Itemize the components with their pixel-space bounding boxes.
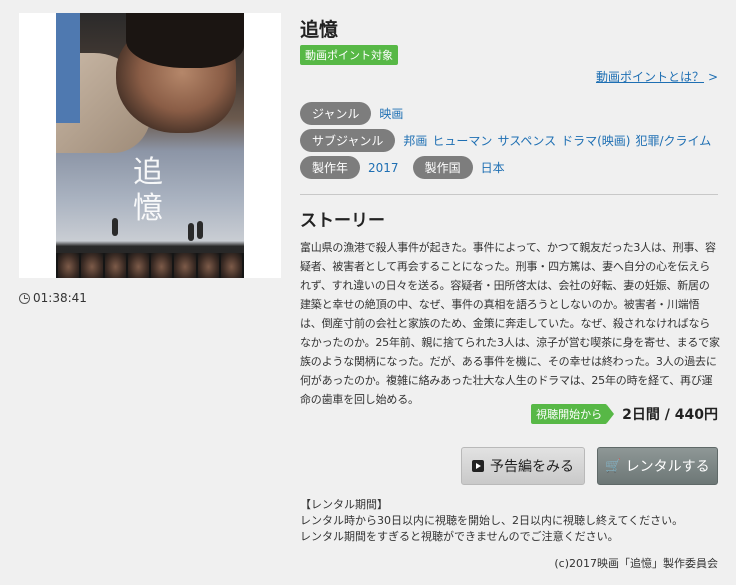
divider	[300, 194, 718, 195]
point-info-link[interactable]: 動画ポイントとは？ >	[596, 68, 718, 85]
subgenre-link[interactable]: 犯罪/クライム	[636, 132, 712, 149]
clock-icon	[19, 292, 30, 304]
genre-label: ジャンル	[300, 102, 372, 125]
rental-info: 【レンタル期間】 レンタル時から30日以内に視聴を開始し、2日以内に視聴し終えて…	[300, 497, 683, 545]
copyright: (c)2017映画「追憶」製作委員会	[554, 557, 718, 570]
country-link[interactable]: 日本	[481, 159, 505, 176]
poster-title-text: 追 憶	[133, 155, 163, 226]
trailer-button-label: 予告編をみる	[490, 459, 574, 475]
movie-title: 追憶	[300, 19, 339, 41]
play-icon	[472, 460, 484, 472]
subgenre-link[interactable]: 邦画	[403, 132, 427, 149]
duration-text: 01:38:41	[33, 291, 87, 305]
movie-poster[interactable]: 追 憶	[19, 13, 281, 278]
rental-info-line: レンタル時から30日以内に視聴を開始し、2日以内に視聴し終えてください。	[300, 514, 684, 527]
page: 追 憶 01:38:41 追憶 動画ポイント対象 動画ポイントとは？ > ジャンル…	[0, 0, 736, 585]
rental-info-line: レンタル期間をすぎると視聴ができませんのでご注意ください。	[300, 530, 619, 543]
point-target-badge: 動画ポイント対象	[300, 45, 398, 65]
subgenre-row: サブジャンル 邦画 ヒューマン サスペンス ドラマ(映画) 犯罪/クライム	[300, 129, 721, 152]
subgenre-link[interactable]: サスペンス	[497, 132, 556, 149]
rental-price: 2日間 / 440円	[622, 407, 718, 423]
rent-button[interactable]: 🛒 レンタルする	[597, 447, 718, 485]
duration: 01:38:41	[19, 291, 87, 305]
genre-row: ジャンル 映画	[300, 102, 413, 125]
story-heading: ストーリー	[300, 211, 385, 231]
poster-cast-strip	[56, 253, 244, 278]
trailer-button[interactable]: 予告編をみる	[461, 447, 585, 485]
badge-arrow-icon	[607, 405, 615, 423]
viewing-start-badge: 視聴開始から	[531, 404, 608, 424]
price-row: 視聴開始から 2日間 / 440円	[531, 404, 718, 424]
chevron-right-icon: >	[708, 70, 719, 84]
rental-info-heading: 【レンタル期間】	[300, 498, 388, 511]
country-label: 製作国	[412, 156, 473, 179]
poster-image: 追 憶	[56, 13, 244, 278]
year-label: 製作年	[300, 156, 361, 179]
year-country-row: 製作年 2017 製作国 日本	[300, 156, 515, 179]
subgenre-label: サブジャンル	[300, 129, 396, 152]
subgenre-link[interactable]: ドラマ(映画)	[561, 132, 630, 149]
genre-link[interactable]: 映画	[379, 105, 403, 122]
year-link[interactable]: 2017	[368, 161, 399, 175]
cart-icon: 🛒	[605, 458, 622, 474]
story-text: 富山県の漁港で殺人事件が起きた。事件によって、かつて親友だった3人は、刑事、容疑…	[300, 241, 720, 406]
rent-button-label: レンタルする	[625, 459, 710, 475]
subgenre-link[interactable]: ヒューマン	[432, 132, 492, 149]
